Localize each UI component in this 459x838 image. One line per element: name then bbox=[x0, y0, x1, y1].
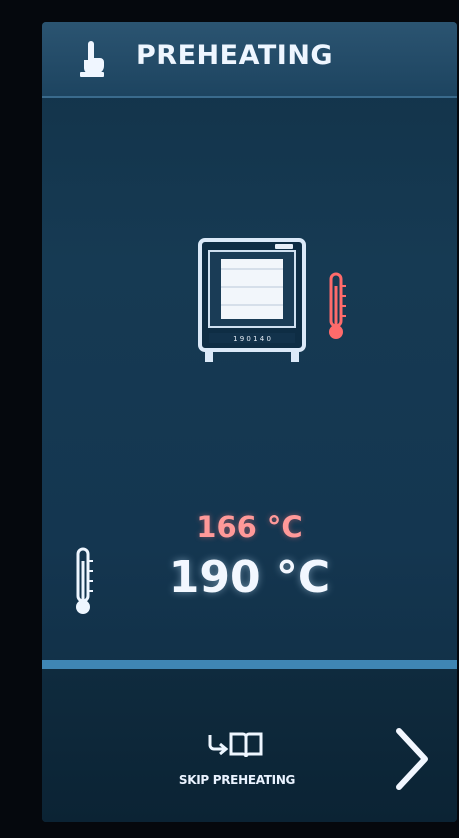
setpoint-temperature[interactable]: 190 °C bbox=[42, 552, 457, 603]
hand-pointer-icon bbox=[76, 40, 112, 84]
skip-preheating-label: SKIP PREHEATING bbox=[178, 773, 296, 787]
footer-divider bbox=[42, 660, 457, 669]
header-bar: PREHEATING bbox=[42, 22, 457, 96]
chevron-right-icon bbox=[387, 728, 437, 795]
next-button[interactable] bbox=[387, 727, 437, 791]
skip-book-icon bbox=[208, 729, 266, 767]
oven-icon: 1 9 0 1 4 0 bbox=[197, 237, 307, 371]
oven-display-screen: PREHEATING 1 9 0 1 4 0 166 °C 190 °C SKI… bbox=[42, 22, 457, 822]
page-title: PREHEATING bbox=[136, 40, 334, 71]
oven-thermometer-icon bbox=[325, 272, 347, 346]
footer-bar: SKIP PREHEATING bbox=[42, 669, 457, 822]
oven-panel-text: 1 9 0 1 4 0 bbox=[233, 335, 271, 343]
skip-preheating-button[interactable]: SKIP PREHEATING bbox=[152, 729, 322, 814]
current-temperature: 166 °C bbox=[196, 510, 303, 544]
header-divider bbox=[42, 96, 457, 98]
